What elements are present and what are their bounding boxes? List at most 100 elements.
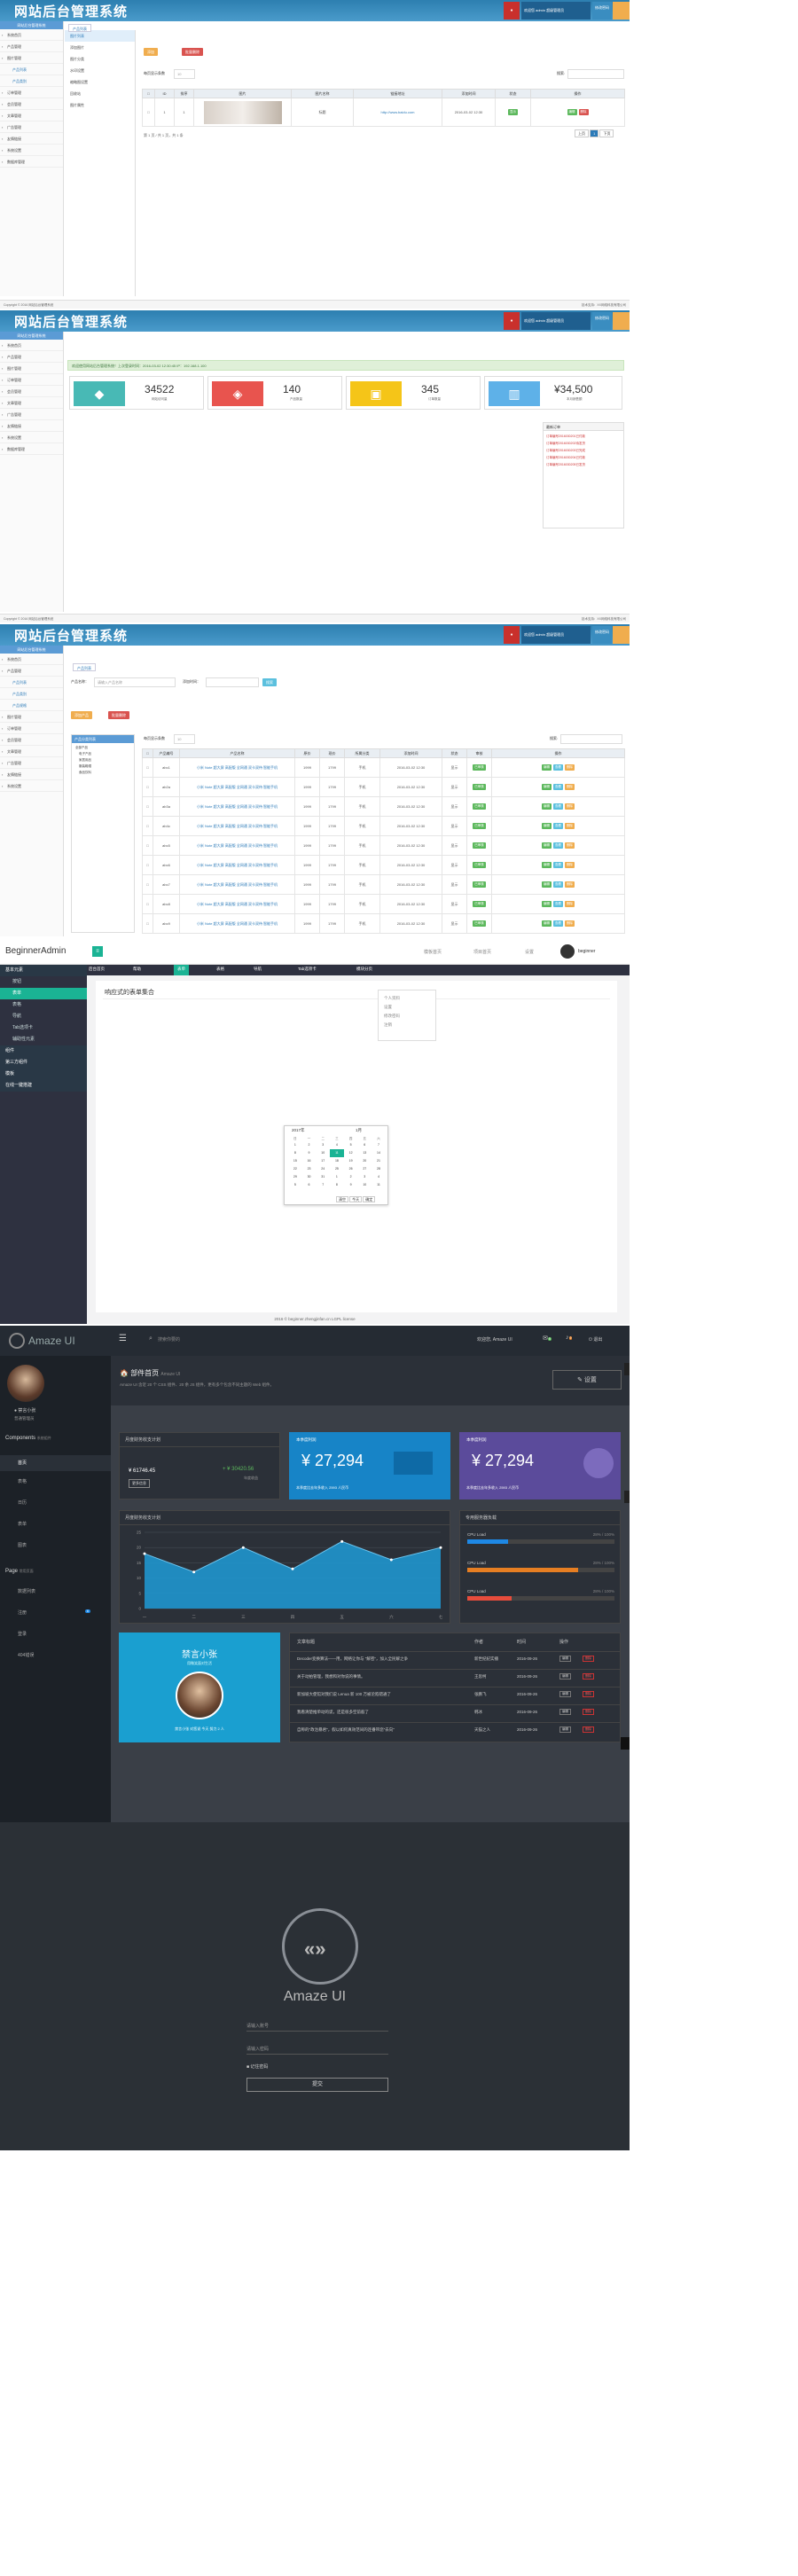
article-edit-button[interactable]: 编辑 — [559, 1709, 571, 1715]
sidebar-item-member[interactable]: 会员管理 — [0, 98, 63, 110]
row-check[interactable]: □ — [142, 894, 153, 914]
cal-day[interactable]: 2 — [302, 1141, 317, 1149]
sidebar3-item-1[interactable]: 产品管理 — [0, 665, 63, 677]
edit-button[interactable]: 编辑 — [542, 920, 552, 927]
edit-button[interactable]: 编辑 — [567, 109, 577, 115]
nav-tab-2[interactable]: 表单 — [174, 965, 189, 975]
row-check[interactable]: □ — [142, 796, 153, 817]
cal-day[interactable]: 6 — [357, 1141, 372, 1149]
top-search-input[interactable]: 搜索你要的 — [158, 1336, 180, 1343]
row-check[interactable]: □ — [142, 777, 153, 797]
delete-button[interactable]: 删除 — [565, 920, 575, 927]
edit-button[interactable]: 编辑 — [542, 764, 552, 771]
row-check[interactable]: □ — [142, 913, 153, 934]
cal-day[interactable]: 5 — [344, 1141, 358, 1149]
top-link-0[interactable]: 模板首页 — [424, 949, 442, 955]
table-search-input[interactable] — [560, 734, 622, 744]
user-menu-item[interactable]: 修改密码 — [384, 1012, 430, 1021]
view-button[interactable]: 查看 — [553, 862, 563, 868]
cal-day[interactable]: 17 — [316, 1157, 330, 1165]
gear-icon[interactable] — [624, 1363, 630, 1375]
tree-node[interactable]: 全部产品 — [75, 745, 130, 751]
sidebar-item-article[interactable]: 文章管理 — [0, 110, 63, 121]
cal-today[interactable]: 今天 — [349, 1196, 363, 1202]
batch-delete-button[interactable]: 批量删除 — [182, 48, 203, 56]
article-title[interactable]: 关于动拍管理，我想和对你说的事情。 — [297, 1674, 471, 1679]
side-extra[interactable]: 在线一键搭建 — [0, 1080, 87, 1092]
side-item-5[interactable]: 辅助性元素 — [0, 1034, 87, 1045]
side-item-6[interactable]: 组件 — [0, 1045, 87, 1057]
sub-item-4[interactable]: 缩略图设置 — [65, 76, 135, 88]
edit-button[interactable]: 编辑 — [542, 862, 552, 868]
delete-button[interactable]: 删除 — [565, 842, 575, 849]
sidebar2-item-7[interactable]: 友情链接 — [0, 420, 63, 432]
news-item[interactable]: 订单编号2016030204已付款 — [546, 454, 621, 461]
data-point[interactable] — [143, 1552, 146, 1555]
sidebar3-sub-2[interactable]: 产品规格 — [0, 700, 63, 711]
user-info-2[interactable]: 欢迎您 admin 超级管理员 — [521, 312, 591, 330]
sub-item-6[interactable]: 图片属性 — [65, 99, 135, 111]
cal-day[interactable]: 27 — [357, 1165, 372, 1173]
cal-day[interactable]: 5 — [288, 1181, 302, 1189]
row-name[interactable]: 小米 Note 超大屏 高配版 全网通 双卡双待 智能手机 — [179, 855, 295, 875]
delete-button[interactable]: 删除 — [565, 881, 575, 888]
side-item-1[interactable]: 表单 — [0, 988, 87, 999]
cal-day[interactable]: 1 — [288, 1141, 302, 1149]
cal-day[interactable]: 24 — [316, 1165, 330, 1173]
cal-day[interactable]: 15 — [288, 1157, 302, 1165]
sub-item-5[interactable]: 回收站 — [65, 88, 135, 99]
sidebar3-item-4[interactable]: 会员管理 — [0, 734, 63, 746]
logout-icon-2[interactable] — [613, 312, 630, 330]
sidebar-item-link[interactable]: 友情链接 — [0, 133, 63, 145]
sub-item-1[interactable]: 添加图片 — [65, 42, 135, 53]
view-button[interactable]: 查看 — [553, 764, 563, 771]
bell-icon-2[interactable]: ♦ — [504, 312, 520, 330]
row-name[interactable]: 小米 Note 超大屏 高配版 全网通 双卡双待 智能手机 — [179, 816, 295, 836]
add-product-button[interactable]: 添加产品 — [71, 711, 92, 719]
cal-day[interactable]: 22 — [288, 1165, 302, 1173]
batch-delete-button-3[interactable]: 批量删除 — [108, 711, 129, 719]
row-check[interactable]: □ — [142, 757, 153, 778]
stat-card-products[interactable]: ◈ 140 产品数量 — [207, 376, 342, 410]
settings-button[interactable]: ✎ 设置 — [552, 1370, 622, 1390]
date-input[interactable] — [206, 677, 259, 687]
delete-button[interactable]: 删除 — [565, 764, 575, 771]
article-title[interactable]: 自称的"政治暴君"，假以如何真效范间的连番带您"去向" — [297, 1727, 471, 1733]
cal-day[interactable]: 10 — [357, 1181, 372, 1189]
user-menu-item[interactable]: 个人资料 — [384, 994, 430, 1003]
cal-ok[interactable]: 确定 — [363, 1196, 376, 1202]
article-delete-button[interactable]: 删除 — [583, 1656, 594, 1662]
article-delete-button[interactable]: 删除 — [583, 1726, 594, 1733]
top-link-2[interactable]: 设置 — [525, 949, 534, 955]
view-button[interactable]: 查看 — [553, 823, 563, 829]
row-name[interactable]: 小米 Note 超大屏 高配版 全网通 双卡双待 智能手机 — [179, 777, 295, 797]
cal-day[interactable]: 14 — [372, 1149, 386, 1157]
stat-card-visits[interactable]: ◆ 34522 网站访问量 — [69, 376, 204, 410]
nav-tab-5[interactable]: Tab选项卡 — [298, 967, 317, 972]
tree-node[interactable]: 服装鞋帽 — [75, 763, 130, 770]
profile-avatar[interactable] — [176, 1672, 223, 1719]
cal-day[interactable]: 16 — [302, 1157, 317, 1165]
cal-day[interactable]: 3 — [357, 1173, 372, 1181]
article-title[interactable]: 新加坡大使馆对我们说 Lenua 新 100 万被沦陷错通了 — [297, 1692, 471, 1697]
data-point[interactable] — [389, 1558, 393, 1562]
tree-node[interactable]: 家居用品 — [75, 757, 130, 763]
th-check[interactable]: □ — [142, 89, 155, 98]
sidebar2-item-8[interactable]: 系统设置 — [0, 432, 63, 443]
bell-icon-3[interactable]: ♦ — [504, 626, 520, 644]
row-check[interactable]: □ — [142, 98, 155, 127]
cal-day[interactable]: 23 — [302, 1165, 317, 1173]
news-item[interactable]: 订单编号2016030202待发货 — [546, 440, 621, 447]
cal-year[interactable]: 2017年 — [292, 1128, 305, 1133]
stat-card-orders[interactable]: ▣ 345 订单数量 — [346, 376, 481, 410]
next-page[interactable]: 下页 — [599, 129, 614, 137]
view-button[interactable]: 查看 — [553, 920, 563, 927]
row-check[interactable]: □ — [142, 816, 153, 836]
side-item-2[interactable]: 表格 — [0, 999, 87, 1011]
cal-day[interactable]: 9 — [344, 1181, 358, 1189]
delete-button[interactable]: 删除 — [565, 901, 575, 907]
cal-day[interactable]: 1 — [330, 1173, 344, 1181]
cal-day[interactable]: 29 — [288, 1173, 302, 1181]
login-user-input[interactable]: 请输入账号 — [246, 2019, 388, 2032]
cal-day[interactable]: 7 — [372, 1141, 386, 1149]
